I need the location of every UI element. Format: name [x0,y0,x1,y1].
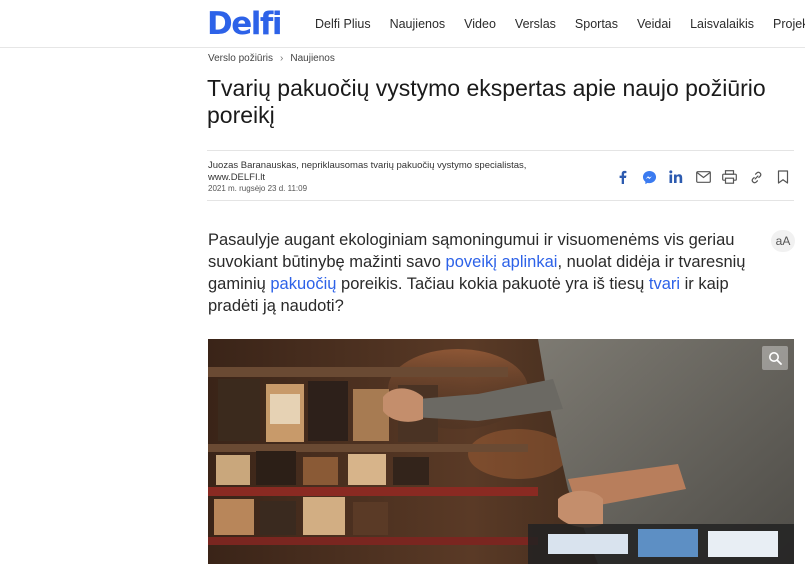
divider [207,150,794,151]
breadcrumb-naujienos[interactable]: Naujienos [290,53,334,64]
search-icon [769,352,782,365]
chevron-right-icon: › [280,53,284,64]
nav-item-naujienos[interactable]: Naujienos [390,16,446,32]
delfi-logo[interactable]: Delfi [207,6,283,42]
article-image[interactable] [208,339,794,564]
divider [207,200,794,201]
shopping-photo [208,339,794,564]
share-toolbar [614,168,801,186]
author-name[interactable]: Juozas Baranauskas, nepriklausomas tvari… [208,160,568,172]
bookmark-icon[interactable] [774,168,792,186]
link-poveikis-aplinkai[interactable]: poveikį aplinkai [446,253,558,271]
link-icon[interactable] [747,168,765,186]
messenger-icon[interactable] [641,168,659,186]
zoom-button[interactable] [762,346,788,370]
article-date: 2021 m. rugsėjo 23 d. 11:09 [208,184,308,193]
linkedin-icon[interactable] [667,168,685,186]
nav-item-veidai[interactable]: Veidai [637,16,671,32]
nav-item-laisvalaikis[interactable]: Laisvalaikis [690,16,754,32]
breadcrumb-verslo-poziuris[interactable]: Verslo požiūris [208,53,273,64]
lead-text: poreikis. Tačiau kokia pakuotė yra iš ti… [336,275,649,293]
email-icon[interactable] [694,168,712,186]
author-source: www.DELFI.lt [208,172,266,183]
facebook-icon[interactable] [614,168,632,186]
article-title: Tvarių pakuočių vystymo ekspertas apie n… [207,75,766,128]
site-header: Delfi Delfi Plius Naujienos Video Versla… [0,0,805,48]
print-icon[interactable] [721,168,739,186]
nav-item-delfi-plius[interactable]: Delfi Plius [315,16,371,32]
article-author: Juozas Baranauskas, nepriklausomas tvari… [208,160,568,184]
nav-item-sportas[interactable]: Sportas [575,16,618,32]
main-nav: Delfi Plius Naujienos Video Verslas Spor… [315,16,805,32]
link-tvari[interactable]: tvari [649,275,680,293]
nav-item-verslas[interactable]: Verslas [515,16,556,32]
nav-item-video[interactable]: Video [464,16,496,32]
breadcrumb: Verslo požiūris › Naujienos [208,53,335,64]
font-size-button[interactable]: aA [771,230,795,252]
article-lead: Pasaulyje augant ekologiniam sąmoningumu… [208,229,773,317]
nav-item-projektai[interactable]: Projektai [773,16,805,32]
link-pakuociu[interactable]: pakuočių [270,275,336,293]
